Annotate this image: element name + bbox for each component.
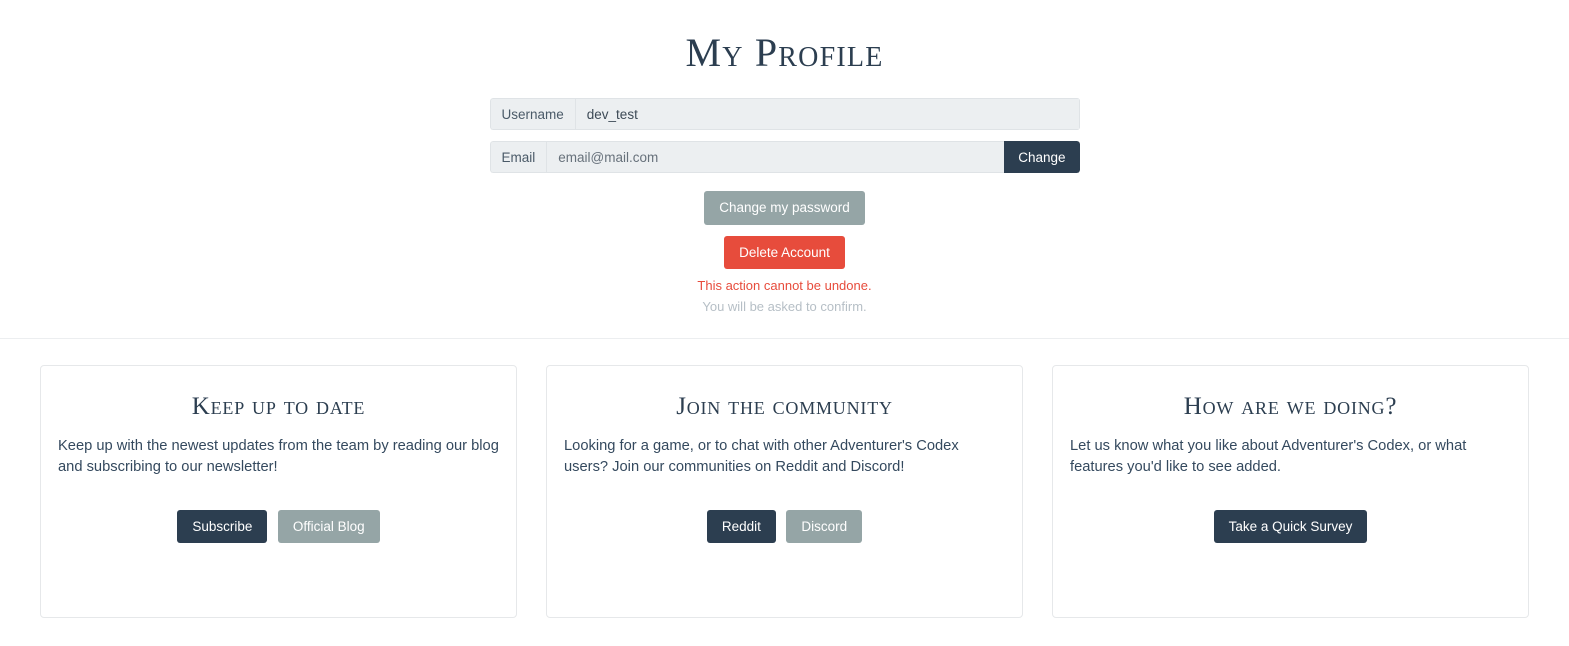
- change-email-button[interactable]: Change: [1004, 141, 1080, 173]
- username-input[interactable]: [574, 98, 1080, 130]
- profile-page: My Profile Username Email Change Change …: [0, 0, 1569, 646]
- card-title: How are we doing?: [1183, 393, 1398, 420]
- card-actions: Subscribe Official Blog: [58, 509, 499, 544]
- delete-confirm-hint: You will be asked to confirm.: [702, 299, 867, 314]
- profile-form: Username Email Change Change my password…: [489, 98, 1080, 314]
- delete-account-button[interactable]: Delete Account: [724, 235, 845, 269]
- take-survey-button[interactable]: Take a Quick Survey: [1213, 509, 1368, 544]
- reddit-button[interactable]: Reddit: [706, 509, 776, 544]
- email-input-group: Email Change: [489, 141, 1080, 173]
- email-label: Email: [489, 141, 547, 173]
- official-blog-button[interactable]: Official Blog: [277, 509, 380, 544]
- username-label: Username: [489, 98, 575, 130]
- page-title: My Profile: [685, 30, 884, 75]
- card-title: Keep up to date: [191, 393, 366, 420]
- change-password-button[interactable]: Change my password: [704, 191, 865, 225]
- card-join-the-community: Join the community Looking for a game, o…: [546, 365, 1023, 618]
- email-input[interactable]: [546, 141, 1005, 173]
- card-title: Join the community: [676, 393, 893, 420]
- card-body: Keep up with the newest updates from the…: [58, 438, 499, 475]
- card-body: Let us know what you like about Adventur…: [1070, 438, 1467, 475]
- card-actions: Take a Quick Survey: [1070, 509, 1511, 544]
- delete-warning-text: This action cannot be undone.: [697, 278, 872, 293]
- card-body: Looking for a game, or to chat with othe…: [564, 438, 959, 475]
- card-actions: Reddit Discord: [564, 509, 1005, 544]
- username-input-group: Username: [489, 98, 1080, 130]
- discord-button[interactable]: Discord: [786, 509, 863, 544]
- subscribe-button[interactable]: Subscribe: [177, 509, 268, 544]
- account-actions: Change my password Delete Account This a…: [490, 191, 1080, 314]
- card-keep-up-to-date: Keep up to date Keep up with the newest …: [40, 365, 517, 618]
- card-how-are-we-doing: How are we doing? Let us know what you l…: [1052, 365, 1529, 618]
- info-cards: Keep up to date Keep up with the newest …: [0, 339, 1569, 618]
- delete-account-row: Delete Account: [490, 235, 1080, 269]
